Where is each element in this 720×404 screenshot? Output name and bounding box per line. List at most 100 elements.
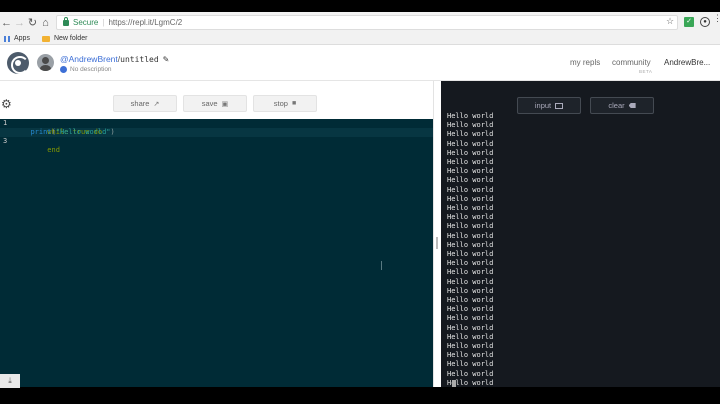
string-token: "Hello world" [55, 128, 111, 136]
console-output-line: Hello world [447, 148, 494, 157]
paren-close: ) [110, 128, 115, 136]
code-editor[interactable]: ⚙ share ↗ save ▣ stop ■ 1 2 3 while true… [0, 81, 433, 387]
console-output-line: Hello world [447, 240, 494, 249]
gear-icon[interactable]: ⚙ [1, 97, 12, 111]
console-output-line: Hello world [447, 112, 494, 120]
bookmarks-bar: Apps New folder [0, 33, 720, 45]
my-repls-link[interactable]: my repls [570, 58, 600, 67]
code-line-3[interactable]: end [22, 137, 60, 154]
repl-header: @AndrewBrent / untitled ✎ No description… [0, 45, 720, 81]
console-output-line: Hello world [447, 250, 494, 259]
floppy-disk-icon: ▣ [221, 100, 229, 108]
code-line-1[interactable]: while true do [22, 119, 102, 136]
console-output: Hello world Hello world Hello world Hello w… [447, 112, 493, 387]
function-token: print [30, 128, 52, 136]
share-icon: ↗ [153, 100, 160, 108]
clear-label: clear [608, 101, 625, 110]
console-output-line: Hello world [447, 314, 494, 323]
back-arrow-icon[interactable]: ← [0, 14, 13, 31]
console-output-line: Hello world [447, 332, 494, 341]
address-bar[interactable]: Secure | https://repl.it/LgmC/2 [56, 15, 678, 30]
download-icon[interactable]: ⤓ [0, 374, 20, 388]
console-output-line: Hello world [447, 213, 494, 222]
bookmark-label: New folder [53, 35, 88, 42]
folder-icon [41, 35, 50, 42]
resize-handle[interactable] [436, 237, 438, 249]
stop-button[interactable]: stop ■ [253, 95, 317, 112]
console-output-line: Hello world [447, 130, 494, 139]
forward-arrow-icon[interactable]: → [13, 14, 26, 31]
stop-label: stop [273, 99, 288, 108]
input-box-icon [555, 102, 564, 109]
bookmark-new-folder[interactable]: New folder [41, 35, 88, 42]
reload-icon[interactable]: ↻ [26, 14, 39, 31]
address-separator: | [102, 18, 105, 27]
console-output-line: Hello world [447, 305, 494, 314]
extension-ninja-icon[interactable]: ● [700, 17, 710, 27]
console-output-line: Hello world [447, 342, 494, 351]
avatar[interactable] [37, 54, 54, 71]
url-text[interactable]: https://repl.it/LgmC/2 [108, 18, 182, 27]
home-icon[interactable]: ⌂ [39, 14, 52, 31]
line-number-gutter: 1 2 3 [0, 119, 20, 387]
share-button[interactable]: share ↗ [113, 95, 177, 112]
console-output-line: Hello world [447, 176, 494, 185]
community-link[interactable]: community [612, 58, 651, 67]
replit-logo-icon[interactable] [7, 52, 29, 74]
line-number: 1 [3, 119, 8, 127]
console-output-line: Hello world [447, 139, 494, 148]
line-number: 3 [3, 137, 8, 145]
extension-check-icon[interactable]: ✓ [684, 17, 694, 27]
console-output-line: Hello world [447, 185, 494, 194]
pane-divider[interactable] [433, 81, 441, 387]
console-output-line: Hello world [447, 167, 494, 176]
console-output-line: Hello world [447, 222, 494, 231]
input-button[interactable]: input [517, 97, 581, 114]
console-output-line: Hello world [447, 231, 494, 240]
console-output-line: Hello world [447, 351, 494, 360]
console-output-line: Hello world [447, 277, 494, 286]
description-row: No description [60, 66, 112, 73]
console-output-line: Hello world [447, 204, 494, 213]
bookmark-star-icon[interactable]: ☆ [666, 16, 674, 27]
console-output-line: Hello world [447, 194, 494, 203]
console-output-line: Hello world [447, 323, 494, 332]
console-output-line: Hello world [447, 268, 494, 277]
globe-icon [60, 66, 67, 73]
console-output-line: Hello world [447, 286, 494, 295]
stop-square-icon: ■ [291, 100, 297, 107]
description-text[interactable]: No description [70, 66, 112, 73]
editor-toolbar: ⚙ share ↗ save ▣ stop ■ [0, 81, 433, 119]
repl-title: @AndrewBrent / untitled ✎ [60, 54, 169, 64]
keyword-token: end [47, 146, 60, 154]
console-output-line: Hello world [447, 369, 494, 378]
console-output-line: Hello world [447, 158, 494, 167]
clear-button[interactable]: clear [590, 97, 654, 114]
console-output-line: Hello world [447, 259, 494, 268]
user-menu[interactable]: AndrewBre... [664, 58, 710, 67]
browser-menu-icon[interactable]: ⋮ [713, 14, 720, 23]
input-label: input [534, 101, 552, 110]
console-output-line: Hello world [447, 360, 494, 369]
console-output-line: Hello world [447, 296, 494, 305]
save-button[interactable]: save ▣ [183, 95, 247, 112]
edit-pencil-icon[interactable]: ✎ [163, 55, 170, 64]
text-cursor [381, 261, 382, 270]
secure-label: Secure [73, 18, 99, 27]
beta-badge: BETA [639, 69, 653, 74]
code-line-2[interactable]: print("Hello world") [22, 128, 115, 137]
console-pane[interactable]: input clear Hello world Hello world Hello … [441, 81, 720, 387]
save-label: save [201, 99, 218, 108]
console-toolbar: input clear [441, 81, 720, 116]
console-cursor[interactable] [452, 380, 456, 387]
console-output-line: Hello world [447, 121, 494, 130]
lock-icon [63, 16, 69, 26]
owner-link[interactable]: @AndrewBrent [60, 54, 118, 64]
screen-frame: ← → ↻ ⌂ Secure | https://repl.it/LgmC/2 … [0, 12, 720, 387]
apps-grid-icon [4, 35, 10, 42]
repl-name[interactable]: untitled [120, 55, 159, 64]
share-label: share [130, 99, 150, 108]
bookmark-label: Apps [14, 35, 30, 42]
backspace-icon [628, 103, 636, 108]
bookmark-apps[interactable]: Apps [4, 35, 30, 42]
